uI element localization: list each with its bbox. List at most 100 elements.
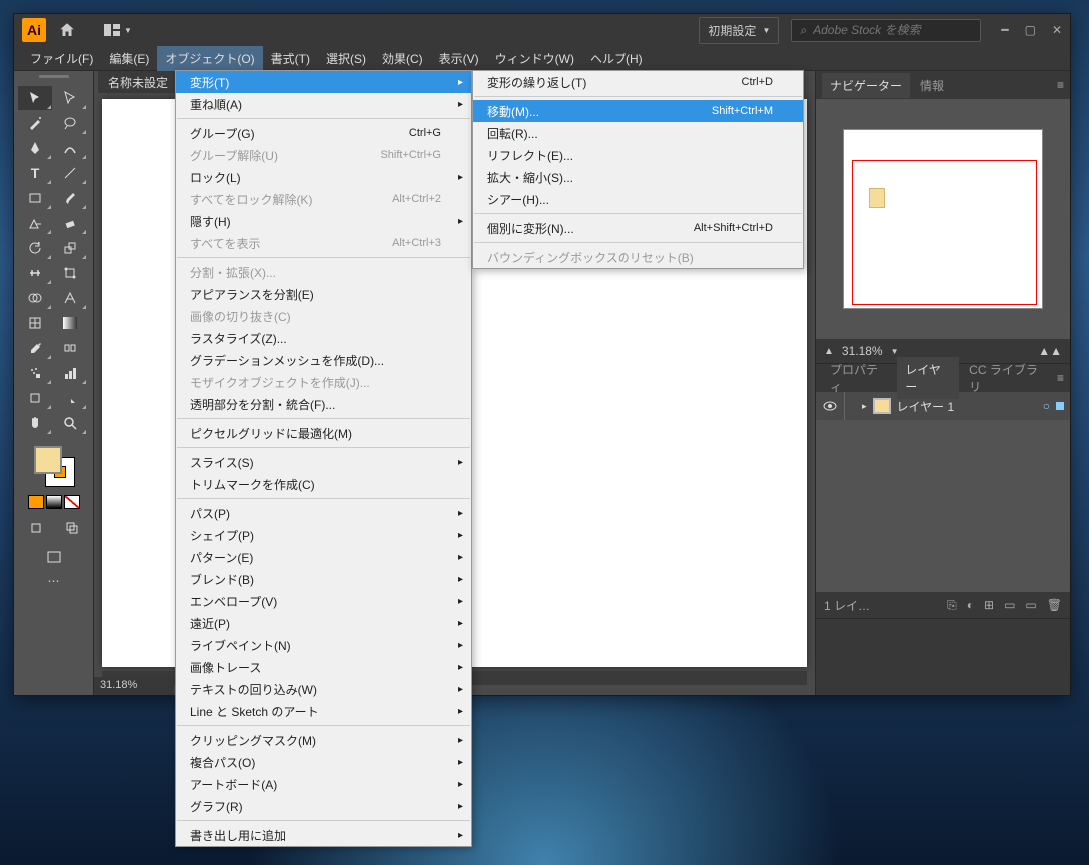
new-layer-icon[interactable]: ▭ [1004,598,1015,612]
menuitem[interactable]: 透明部分を分割・統合(F)... [176,393,471,415]
lasso-tool[interactable] [53,111,87,135]
menuitem[interactable]: リフレクト(E)... [473,144,803,166]
menuitem[interactable]: 移動(M)...Shift+Ctrl+M [473,100,803,122]
eraser-tool[interactable] [53,211,87,235]
eyedropper-tool[interactable] [18,336,52,360]
tab-navigator[interactable]: ナビゲーター [822,73,910,98]
menuitem[interactable]: シアー(H)... [473,188,803,210]
menuitem[interactable]: 隠す(H) [176,210,471,232]
menuitem[interactable]: 変形の繰り返し(T)Ctrl+D [473,71,803,93]
menuitem[interactable]: グループ(G)Ctrl+G [176,122,471,144]
paintbrush-tool[interactable] [53,186,87,210]
tab-cc-libraries[interactable]: CC ライブラリ [961,357,1055,399]
workspace-selector[interactable]: 初期設定 ▼ [699,17,779,44]
menuitem[interactable]: アピアランスを分割(E) [176,283,471,305]
magic-wand-tool[interactable] [18,111,52,135]
type-tool[interactable]: T [18,161,52,185]
home-icon[interactable] [58,21,76,39]
zoom-out-icon[interactable]: ▲ [824,346,834,357]
shaper-tool[interactable] [18,211,52,235]
scale-tool[interactable] [53,236,87,260]
menuitem[interactable]: エンベロープ(V) [176,590,471,612]
locate-object-icon[interactable]: ⎘ [947,598,957,613]
minimize-icon[interactable]: ━ [1001,23,1008,37]
chevron-right-icon[interactable]: ▸ [862,401,867,412]
document-tab[interactable]: 名称未設定 [98,71,178,93]
target-icon[interactable]: ○ [1043,399,1050,413]
new-layer2-icon[interactable]: ▭ [1025,598,1036,612]
fill-color-mode[interactable] [28,495,44,509]
gradient-tool[interactable] [53,311,87,335]
make-clipping-mask-icon[interactable]: ◐ [967,598,974,612]
shape-builder-tool[interactable] [18,286,52,310]
search-input[interactable] [813,23,972,37]
search-box[interactable]: ⌕ [791,19,981,42]
menuitem[interactable]: スライス(S) [176,451,471,473]
line-tool[interactable] [53,161,87,185]
curvature-tool[interactable] [53,136,87,160]
menuitem[interactable]: アートボード(A) [176,773,471,795]
menuitem[interactable]: 重ね順(A) [176,93,471,115]
panel-menu-icon[interactable]: ≡ [1057,371,1064,385]
menuitem[interactable]: ピクセルグリッドに最適化(M) [176,422,471,444]
menuitem[interactable]: 遠近(P) [176,612,471,634]
color-swatch[interactable] [34,446,74,486]
menuitem[interactable]: 書き出し用に追加 [176,824,471,846]
layout-selector[interactable]: ▼ [104,24,132,36]
tab-properties[interactable]: プロパティ [822,357,895,399]
menuitem[interactable]: 画像トレース [176,656,471,678]
menu-オブジェクト[interactable]: オブジェクト(O) [157,46,262,71]
menuitem[interactable]: パス(P) [176,502,471,524]
menuitem[interactable]: 拡大・縮小(S)... [473,166,803,188]
menu-効果[interactable]: 効果(C) [374,46,431,71]
menuitem[interactable]: グラデーションメッシュを作成(D)... [176,349,471,371]
menu-編集[interactable]: 編集(E) [101,46,157,71]
maximize-icon[interactable]: ▢ [1025,23,1036,37]
blend-tool[interactable] [53,336,87,360]
menu-ウィンドウ[interactable]: ウィンドウ(W) [487,46,582,71]
free-transform-tool[interactable] [53,261,87,285]
screen-mode-icon[interactable] [37,545,71,569]
slice-tool[interactable] [53,386,87,410]
delete-layer-icon[interactable]: 🗑 [1047,598,1062,612]
visibility-icon[interactable] [822,398,838,414]
navigator-body[interactable] [816,99,1070,339]
pen-tool[interactable] [18,136,52,160]
zoom-slider-icon[interactable]: ▲▲ [1038,344,1062,358]
menuitem[interactable]: クリッピングマスク(M) [176,729,471,751]
menuitem[interactable]: トリムマークを作成(C) [176,473,471,495]
tab-info[interactable]: 情報 [912,73,952,98]
rectangle-tool[interactable] [18,186,52,210]
selection-tool[interactable] [18,86,52,110]
draw-normal-icon[interactable] [19,516,53,540]
menu-ヘルプ[interactable]: ヘルプ(H) [582,46,651,71]
menu-ファイル[interactable]: ファイル(F) [22,46,101,71]
layer-name[interactable]: レイヤー 1 [897,398,955,415]
panel-menu-icon[interactable]: ≡ [1057,78,1064,92]
width-tool[interactable] [18,261,52,285]
menu-表示[interactable]: 表示(V) [431,46,487,71]
menuitem[interactable]: テキストの回り込み(W) [176,678,471,700]
menuitem[interactable]: ライブペイント(N) [176,634,471,656]
menuitem[interactable]: ロック(L) [176,166,471,188]
menuitem[interactable]: グラフ(R) [176,795,471,817]
zoom-dropdown-icon[interactable]: ▼ [891,347,899,356]
zoom-tool[interactable] [53,411,87,435]
column-graph-tool[interactable] [53,361,87,385]
perspective-grid-tool[interactable] [53,286,87,310]
menuitem[interactable]: 回転(R)... [473,122,803,144]
menuitem[interactable]: ブレンド(B) [176,568,471,590]
menuitem[interactable]: ラスタライズ(Z)... [176,327,471,349]
none-mode[interactable] [64,495,80,509]
draw-behind-icon[interactable] [55,516,89,540]
rotate-tool[interactable] [18,236,52,260]
menu-書式[interactable]: 書式(T) [263,46,318,71]
tab-layers[interactable]: レイヤー [897,357,959,399]
mesh-tool[interactable] [18,311,52,335]
close-icon[interactable]: ✕ [1052,23,1062,37]
menuitem[interactable]: 個別に変形(N)...Alt+Shift+Ctrl+D [473,217,803,239]
menuitem[interactable]: パターン(E) [176,546,471,568]
menuitem[interactable]: 変形(T) [176,71,471,93]
symbol-sprayer-tool[interactable] [18,361,52,385]
gradient-mode[interactable] [46,495,62,509]
